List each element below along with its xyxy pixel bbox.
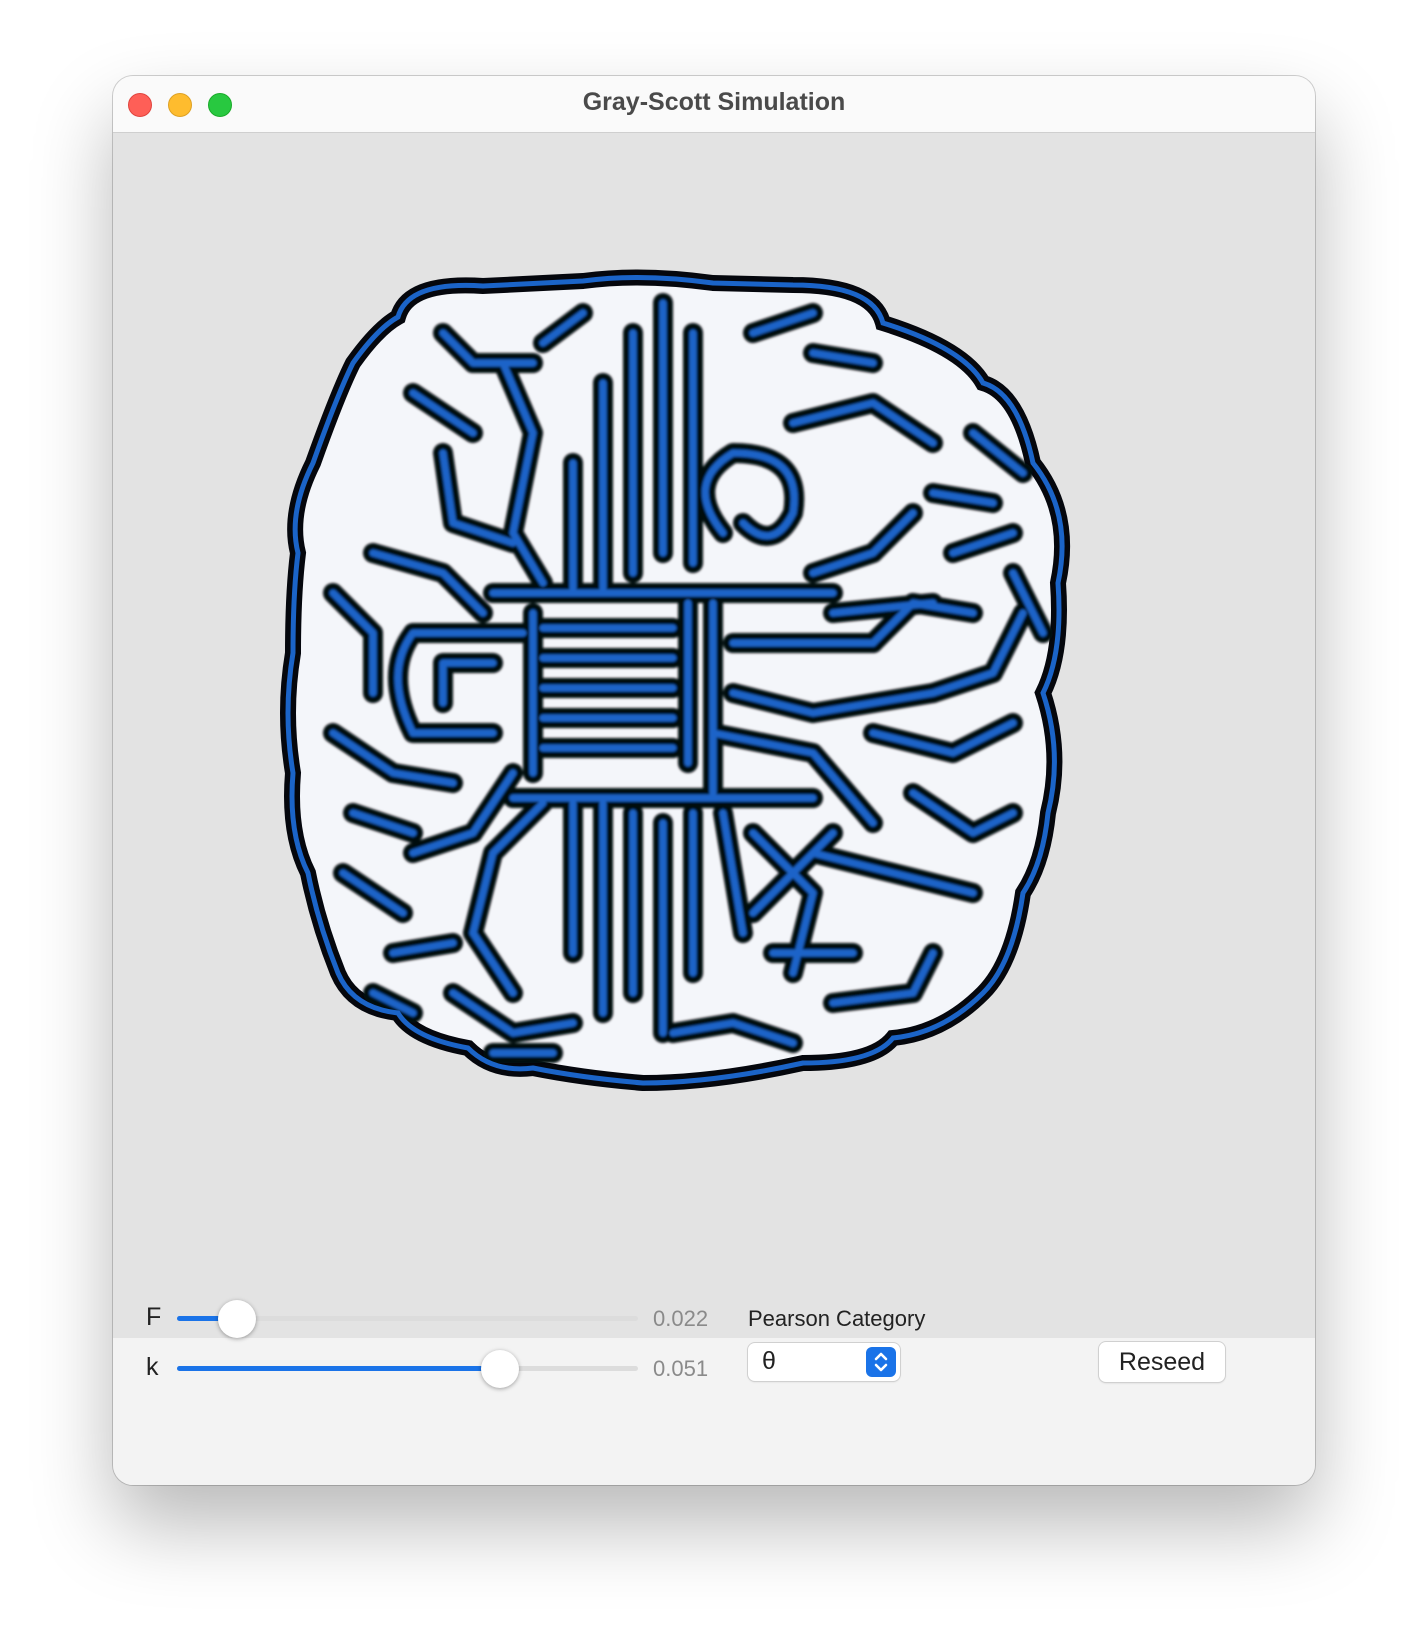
reseed-button[interactable]: Reseed [1099,1342,1225,1382]
chevron-up-down-icon[interactable] [866,1347,896,1377]
k-slider[interactable] [177,1350,638,1388]
reaction-diffusion-pattern [280,269,1071,1092]
pearson-category-value: θ [762,1347,776,1375]
f-slider[interactable] [177,1300,638,1338]
pearson-category-label: Pearson Category [748,1306,926,1331]
pearson-category-select[interactable]: θ [748,1343,900,1381]
window-title: Gray-Scott Simulation [582,88,846,116]
k-label: k [146,1353,159,1381]
k-slider-fill [177,1366,500,1371]
k-slider-thumb[interactable] [480,1350,519,1388]
f-label: F [146,1303,162,1331]
app-window: Gray-Scott Simulation [113,76,1315,1485]
title-bar[interactable]: Gray-Scott Simulation [113,76,1315,133]
f-value: 0.022 [653,1306,709,1331]
k-value: 0.051 [653,1356,709,1381]
f-slider-thumb[interactable] [217,1300,256,1338]
simulation-canvas[interactable] [113,133,1315,1338]
